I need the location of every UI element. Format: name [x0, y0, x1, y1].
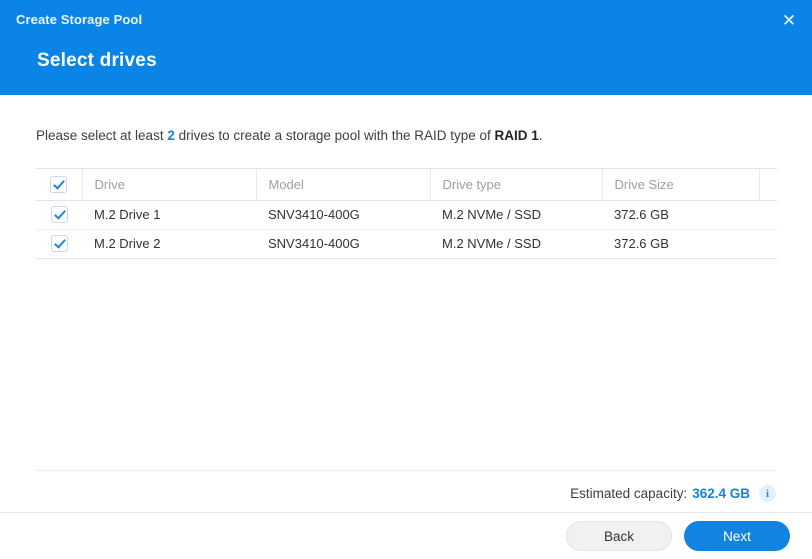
instruction-middle: drives to create a storage pool with the… [174, 128, 495, 143]
cell-model: SNV3410-400G [256, 200, 430, 230]
column-header-drive-type[interactable]: Drive type [430, 167, 603, 201]
info-icon[interactable]: i [759, 485, 776, 502]
column-header-drive-size[interactable]: Drive Size [602, 167, 760, 201]
cell-drive-type: M.2 NVMe / SSD [430, 200, 602, 230]
create-storage-pool-dialog: Create Storage Pool ✕ Select drives Plea… [0, 0, 812, 559]
page-title: Select drives [37, 50, 157, 71]
instruction-raid-type: RAID 1 [494, 128, 539, 143]
drive-table: Drive Model Drive type Drive Size M.2 Dr… [36, 167, 777, 259]
instruction-text: Please select at least 2 drives to creat… [36, 127, 776, 146]
cell-drive-size: 372.6 GB [602, 200, 759, 230]
column-header-model[interactable]: Model [256, 167, 431, 201]
cell-model: SNV3410-400G [256, 229, 430, 259]
row-checkbox[interactable] [50, 235, 68, 253]
drive-table-body: M.2 Drive 1 SNV3410-400G M.2 NVMe / SSD … [36, 200, 777, 259]
next-button[interactable]: Next [684, 521, 790, 551]
select-all-checkbox[interactable] [50, 175, 68, 193]
estimated-capacity-label: Estimated capacity: [570, 486, 688, 501]
dialog-footer: Back Next [0, 512, 812, 559]
cell-extra [759, 200, 777, 230]
instruction-suffix: . [538, 128, 543, 143]
dialog-title: Create Storage Pool [16, 11, 143, 27]
cell-drive-type: M.2 NVMe / SSD [430, 229, 602, 259]
row-checkbox-cell [36, 229, 82, 259]
row-checkbox-cell [36, 200, 82, 230]
table-header-row: Drive Model Drive type Drive Size [36, 167, 777, 201]
dialog-titlebar: Create Storage Pool [0, 0, 812, 38]
estimated-capacity-value: 362.4 GB [692, 486, 750, 501]
dialog-body: Please select at least 2 drives to creat… [0, 95, 812, 512]
drive-table-head: Drive Model Drive type Drive Size [36, 167, 777, 201]
select-all-header-cell [36, 167, 83, 201]
instruction-min-drives: 2 [167, 128, 175, 143]
cell-drive: M.2 Drive 1 [82, 200, 256, 230]
cell-extra [759, 229, 777, 259]
instruction-prefix: Please select at least [36, 128, 168, 143]
row-checkbox[interactable] [50, 206, 68, 224]
dialog-header: Create Storage Pool ✕ Select drives [0, 0, 812, 95]
back-button[interactable]: Back [566, 521, 672, 551]
table-row[interactable]: M.2 Drive 2 SNV3410-400G M.2 NVMe / SSD … [36, 229, 777, 259]
column-header-extra [759, 167, 777, 201]
cell-drive: M.2 Drive 2 [82, 229, 256, 259]
cell-drive-size: 372.6 GB [602, 229, 759, 259]
column-header-drive[interactable]: Drive [82, 167, 257, 201]
estimated-capacity-bar: Estimated capacity: 362.4 GB i [36, 470, 776, 502]
table-row[interactable]: M.2 Drive 1 SNV3410-400G M.2 NVMe / SSD … [36, 200, 777, 230]
close-icon[interactable]: ✕ [778, 9, 800, 31]
